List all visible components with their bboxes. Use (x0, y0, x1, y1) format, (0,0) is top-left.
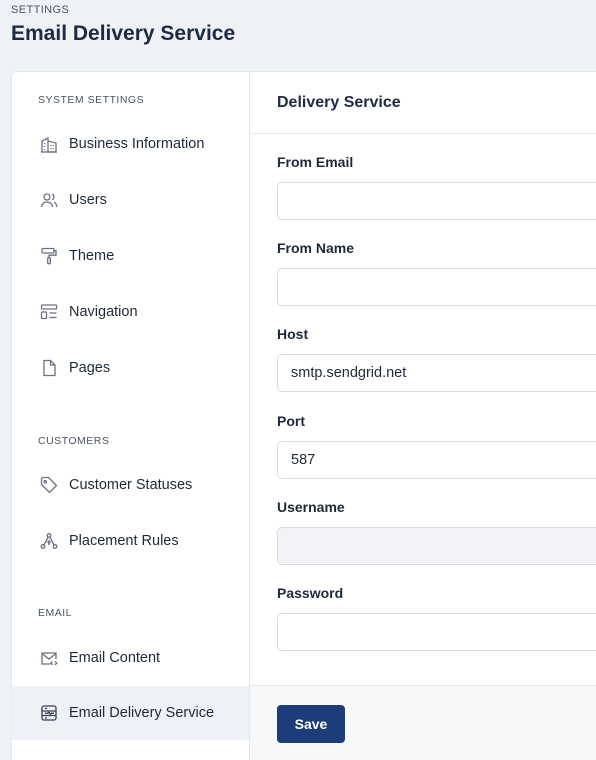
sidebar-item-customer-statuses[interactable]: Customer Statuses (12, 458, 249, 512)
port-label: Port (277, 413, 305, 429)
section-title: Delivery Service (277, 93, 401, 111)
sidebar-item-label: Placement Rules (69, 533, 179, 549)
form-footer: Save (250, 685, 596, 760)
from-email-label: From Email (277, 154, 354, 170)
sidebar-item-label: Theme (69, 248, 115, 264)
from-name-field[interactable] (277, 268, 596, 306)
building-icon (39, 134, 59, 154)
tag-icon (39, 475, 59, 495)
sidebar-item-navigation[interactable]: Navigation (12, 285, 249, 339)
host-label: Host (277, 326, 309, 342)
username-label: Username (277, 499, 345, 515)
sidebar-item-business-information[interactable]: Business Information (12, 117, 249, 171)
sidebar-item-theme[interactable]: Theme (12, 229, 249, 283)
section-system-settings: SYSTEM SETTINGS (38, 94, 145, 106)
layout-icon (39, 302, 59, 322)
main-panel: Delivery Service From Email From Name Ho… (250, 72, 596, 760)
sidebar-item-placement-rules[interactable]: Placement Rules (12, 514, 249, 568)
settings-sidebar: SYSTEM SETTINGS Business Information Use… (12, 72, 250, 760)
section-customers: CUSTOMERS (38, 435, 110, 447)
username-field[interactable] (277, 527, 596, 565)
breadcrumb: SETTINGS (11, 4, 70, 16)
sidebar-item-label: Users (69, 192, 107, 208)
sidebar-item-email-content[interactable]: Email Content (12, 631, 249, 685)
sidebar-item-label: Navigation (69, 304, 138, 320)
file-icon (39, 358, 59, 378)
settings-card: SYSTEM SETTINGS Business Information Use… (11, 71, 596, 760)
sidebar-item-email-delivery-service[interactable]: Email Delivery Service (12, 686, 249, 740)
paint-roller-icon (39, 246, 59, 266)
sidebar-item-users[interactable]: Users (12, 173, 249, 227)
host-field[interactable] (277, 354, 596, 392)
mail-code-icon (39, 648, 59, 668)
from-name-label: From Name (277, 240, 355, 256)
section-email: EMAIL (38, 607, 73, 619)
sidebar-item-label: Business Information (69, 136, 205, 152)
sidebar-item-label: Pages (69, 360, 111, 376)
section-header: Delivery Service (250, 72, 596, 134)
users-icon (39, 190, 59, 210)
password-label: Password (277, 585, 344, 601)
sidebar-item-label: Customer Statuses (69, 477, 193, 493)
server-icon (39, 703, 59, 723)
page-header: SETTINGS Email Delivery Service (11, 4, 235, 46)
sidebar-item-pages[interactable]: Pages (12, 341, 249, 395)
page-title: Email Delivery Service (11, 22, 236, 45)
from-email-field[interactable] (277, 182, 596, 220)
port-field[interactable] (277, 441, 596, 479)
password-field[interactable] (277, 613, 596, 651)
network-icon (39, 531, 59, 551)
sidebar-item-label: Email Delivery Service (69, 705, 215, 721)
save-button[interactable]: Save (277, 705, 345, 743)
sidebar-item-label: Email Content (69, 650, 161, 666)
